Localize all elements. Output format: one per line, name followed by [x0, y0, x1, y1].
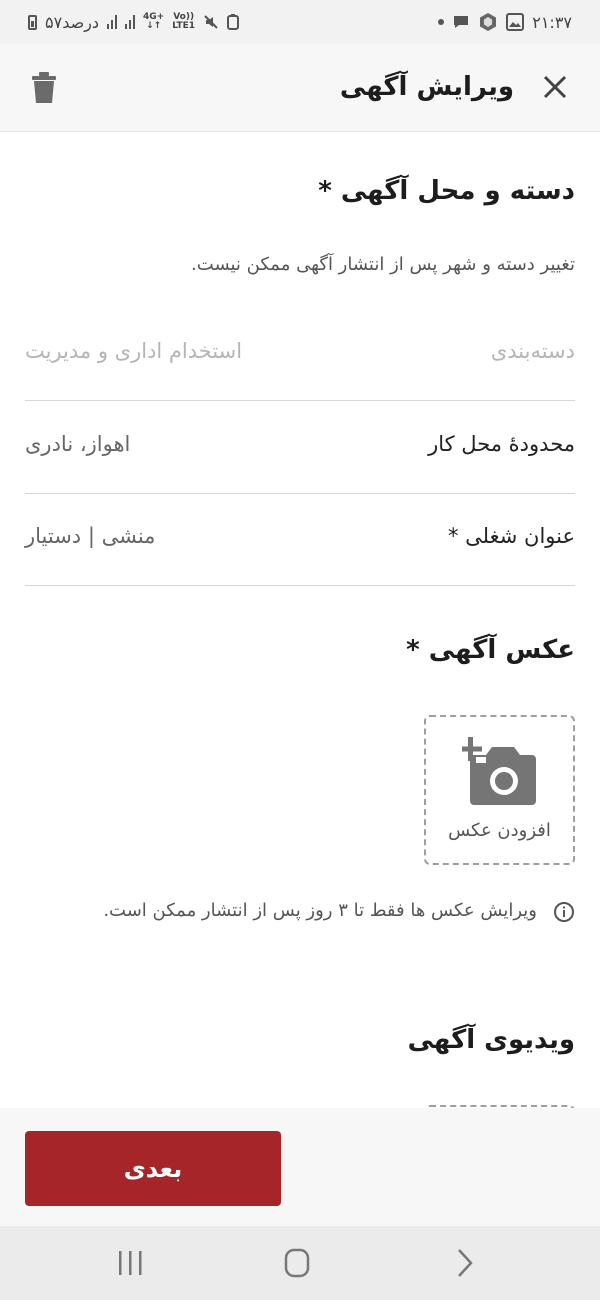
row-label: دسته‌بندی — [490, 339, 575, 363]
info-icon — [554, 902, 574, 922]
footer: بعدی — [0, 1108, 600, 1226]
notification-dot — [438, 19, 445, 25]
app-header: ویرایش آگهی — [0, 44, 600, 132]
photo-info: ویرایش عکس ها فقط تا ۳ روز پس از انتشار … — [75, 895, 575, 927]
back-icon[interactable] — [445, 1246, 485, 1280]
photo-section-title: عکس آگهی * — [406, 635, 575, 665]
close-icon[interactable] — [540, 72, 570, 102]
row-value: استخدام اداری و مدیریت — [25, 339, 243, 363]
add-photo-label: افزودن عکس — [448, 820, 551, 841]
status-time: ۲۱:۳۷ — [532, 12, 572, 32]
category-hint: تغییر دسته و شهر پس از انتشار آگهی ممکن … — [191, 254, 575, 275]
edit-form: دسته و محل آگهی * تغییر دسته و شهر پس از… — [0, 132, 600, 1108]
video-section-title: ویدیوی آگهی — [407, 1025, 575, 1055]
recent-apps-icon[interactable] — [110, 1246, 150, 1280]
battery-percent: ۵۷درصد — [45, 12, 100, 32]
status-left: ۵۷درصد 4G+ ↓↑ Vo)) LTE1 — [28, 12, 240, 32]
system-navbar — [0, 1226, 600, 1300]
battery-icon — [28, 14, 37, 30]
gallery-icon — [506, 13, 525, 31]
row-label: محدودهٔ محل کار — [428, 432, 575, 456]
app-icon — [480, 13, 497, 31]
message-icon — [454, 16, 469, 28]
trash-icon[interactable] — [30, 72, 58, 104]
row-label: عنوان شغلی * — [447, 524, 575, 548]
signal-icon-2 — [125, 15, 136, 29]
network-type: 4G+ ↓↑ — [143, 12, 165, 31]
battery-saver-icon — [227, 14, 240, 30]
status-right: ۲۱:۳۷ — [438, 12, 572, 32]
volte-indicator: Vo)) LTE1 — [172, 12, 196, 31]
category-row: دسته‌بندی استخدام اداری و مدیریت — [25, 309, 575, 401]
location-row[interactable]: محدودهٔ محل کار اهواز، نادری — [25, 402, 575, 494]
row-value: اهواز، نادری — [25, 432, 131, 456]
photo-info-text: ویرایش عکس ها فقط تا ۳ روز پس از انتشار … — [103, 900, 537, 921]
signal-icon — [107, 15, 118, 29]
page-title: ویرایش آگهی — [339, 72, 514, 102]
mute-icon — [204, 15, 218, 29]
home-icon[interactable] — [277, 1246, 317, 1280]
job-title-row[interactable]: عنوان شغلی * منشی | دستیار — [25, 494, 575, 586]
status-bar: ۵۷درصد 4G+ ↓↑ Vo)) LTE1 ۲۱:۳۷ — [0, 0, 600, 44]
row-value: منشی | دستیار — [25, 524, 156, 548]
add-photo-icon — [462, 737, 536, 805]
category-section-title: دسته و محل آگهی * — [318, 176, 575, 206]
next-button[interactable]: بعدی — [25, 1131, 281, 1206]
add-photo-button[interactable]: افزودن عکس — [424, 715, 575, 865]
